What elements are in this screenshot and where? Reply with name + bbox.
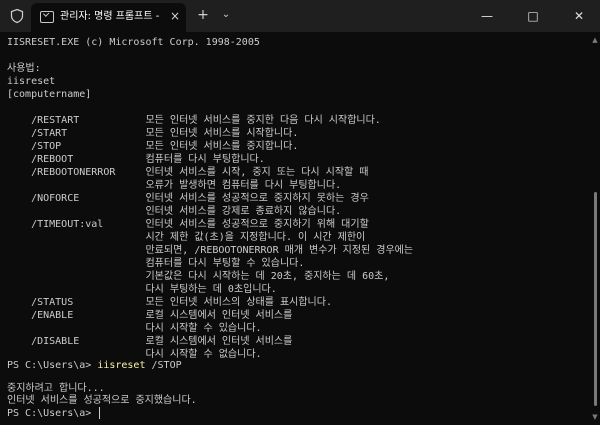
scroll-down-icon[interactable]: ▼ (591, 413, 599, 421)
output-line: /STATUS 모든 인터넷 서비스의 상태를 표시합니다. (7, 297, 332, 308)
command-args: /STOP (145, 360, 182, 371)
prompt: PS C:\Users\a> (7, 360, 98, 371)
close-tab-icon[interactable]: × (168, 9, 182, 23)
command-name: iisreset (97, 360, 146, 371)
output-line: 오류가 발생하면 컴퓨터를 다시 부팅합니다. (7, 180, 342, 191)
output-line: [computername] (7, 89, 92, 100)
prompt-line[interactable]: PS C:\Users\a> (7, 407, 101, 420)
output-line: 시간 제한 값(초)을 지정합니다. 이 시간 제한이 (7, 232, 366, 243)
title-bar: 관리자: 명령 프롬프트 - power × + ⌄ — □ ✕ (0, 0, 600, 32)
output-line: IISRESET.EXE (c) Microsoft Corp. 1998-20… (7, 37, 260, 48)
output-line: 인터넷 서비스를 성공적으로 중지했습니다. (7, 395, 197, 406)
vertical-scrollbar[interactable]: ▲ ▼ (589, 32, 600, 425)
output-line: /START 모든 인터넷 서비스를 시작합니다. (7, 128, 299, 139)
tab-dropdown-button[interactable]: ⌄ (219, 7, 233, 23)
minimize-button[interactable]: — (464, 0, 510, 32)
new-tab-button[interactable]: + (195, 7, 211, 23)
output-line: /NOFORCE 인터넷 서비스를 성공적으로 중지하지 못하는 경우 (7, 193, 369, 204)
output-line: /REBOOTONERROR 인터넷 서비스를 시작, 중지 또는 다시 시작할… (7, 167, 369, 178)
output-line: /STOP 모든 인터넷 서비스를 중지합니다. (7, 141, 299, 152)
output-line: iisreset (7, 76, 56, 87)
tab-title: 관리자: 명령 프롬프트 - power (60, 11, 162, 22)
terminal-icon (40, 11, 54, 23)
shield-icon (10, 8, 24, 24)
output-line: /RESTART 모든 인터넷 서비스를 중지한 다음 다시 시작합니다. (7, 115, 381, 126)
output-line: /TIMEOUT:val 인터넷 서비스를 성공적으로 중지하기 위해 대기할 (7, 219, 369, 230)
output-line: 인터넷 서비스를 강제로 종료하지 않습니다. (7, 206, 342, 217)
output-line: 컴퓨터를 다시 부팅할 수 있습니다. (7, 258, 305, 269)
terminal-output[interactable]: IISRESET.EXE (c) Microsoft Corp. 1998-20… (0, 32, 589, 425)
output-line: 다시 부팅하는 데 0초입니다. (7, 284, 277, 295)
output-line: /DISABLE 로컬 시스템에서 인터넷 서비스를 (7, 336, 293, 347)
maximize-button[interactable]: □ (510, 0, 556, 32)
close-button[interactable]: ✕ (556, 0, 600, 32)
active-tab[interactable]: 관리자: 명령 프롬프트 - power × (31, 3, 186, 32)
prompt: PS C:\Users\a> (7, 408, 98, 419)
output-line: 만료되면, /REBOOTONERROR 매개 변수가 지정된 경우에는 (7, 245, 414, 256)
output-line: 다시 시작할 수 있습니다. (7, 323, 262, 334)
output-line: /REBOOT 컴퓨터를 다시 부팅합니다. (7, 154, 265, 165)
output-line: 기본값은 다시 시작하는 데 20초, 중지하는 데 60초, (7, 271, 390, 282)
output-line: /ENABLE 로컬 시스템에서 인터넷 서비스를 (7, 310, 293, 321)
scrollbar-thumb[interactable] (594, 192, 597, 406)
scroll-up-icon[interactable]: ▲ (591, 36, 599, 44)
command-line: PS C:\Users\a> iisreset /STOP (7, 359, 182, 372)
terminal-window: 관리자: 명령 프롬프트 - power × + ⌄ — □ ✕ IISRESE… (0, 0, 600, 425)
output-line: 사용법: (7, 63, 41, 74)
text-cursor (99, 407, 101, 419)
